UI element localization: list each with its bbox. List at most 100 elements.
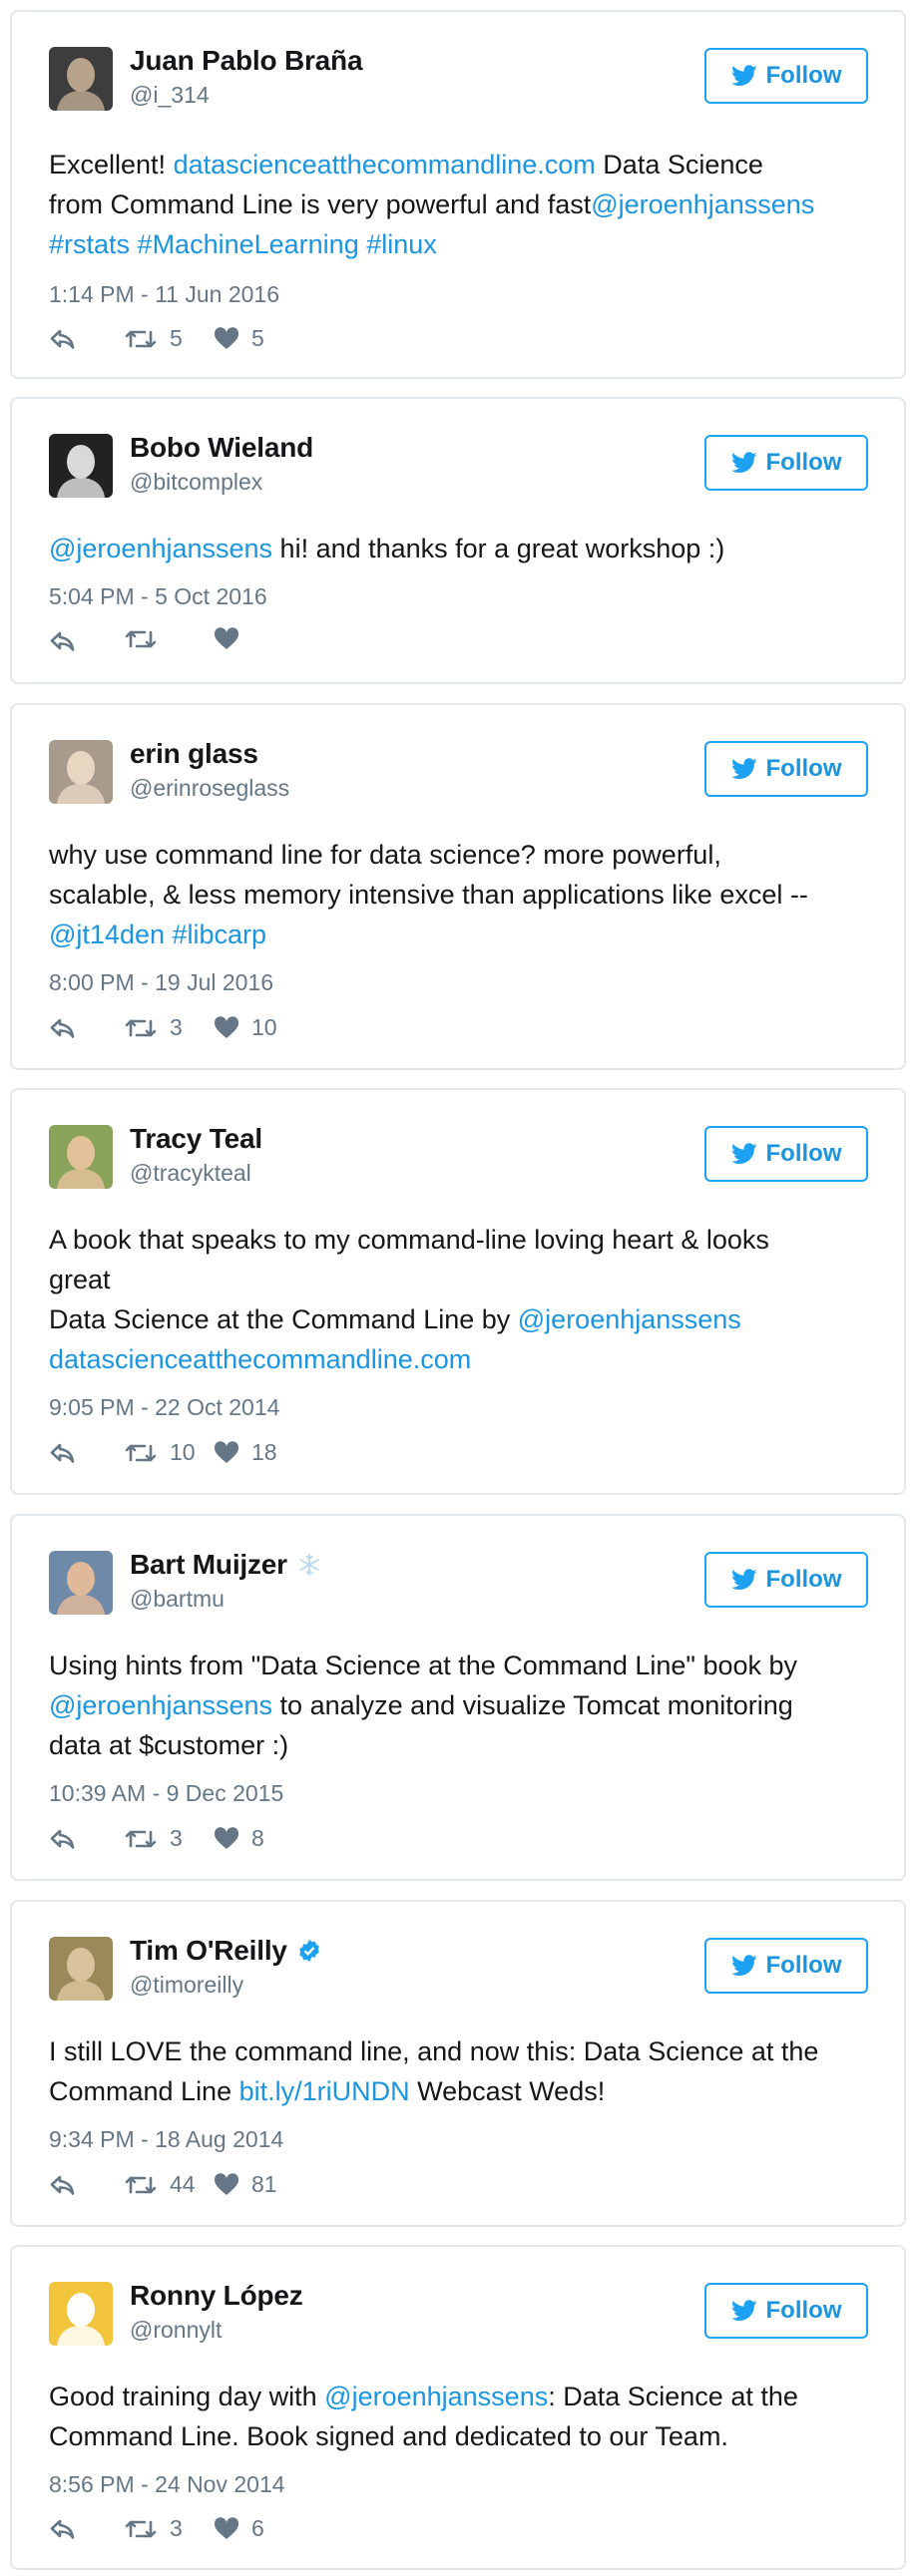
tweet-link[interactable]: @jt14den [49,920,165,949]
heart-icon [214,627,239,650]
follow-button[interactable]: Follow [704,48,868,104]
tweet-feed: Juan Pablo Braña @i_314 Follow Excellent… [0,0,918,2576]
follow-button[interactable]: Follow [704,1938,868,1994]
follow-label: Follow [765,2297,842,2324]
author-handle[interactable]: @timoreilly [130,1972,243,1999]
retweet-count: 5 [170,325,183,351]
reply-icon[interactable] [49,1442,77,1464]
retweet-icon [124,1016,158,1040]
author-name[interactable]: Bobo Wieland [130,432,313,464]
author-name[interactable]: erin glass [130,738,258,770]
author-name[interactable]: Tracy Teal [130,1123,262,1155]
author-handle[interactable]: @i_314 [130,82,210,109]
follow-label: Follow [765,1566,842,1593]
like-button[interactable] [214,627,251,650]
heart-icon [214,1441,239,1464]
follow-label: Follow [765,449,842,476]
avatar[interactable] [49,1937,113,2001]
tweet-link[interactable]: @jeroenhjanssens [49,1690,272,1720]
author-handle[interactable]: @bartmu [130,1586,225,1613]
twitter-bird-icon [730,1143,757,1165]
reply-icon[interactable] [49,1017,77,1039]
like-count: 8 [251,1825,264,1851]
retweet-count: 44 [170,2171,196,2197]
retweet-button[interactable]: 3 [124,1014,183,1041]
avatar[interactable] [49,1551,113,1615]
reply-icon[interactable] [49,2518,77,2540]
author-handle[interactable]: @tracykteal [130,1160,251,1187]
follow-button[interactable]: Follow [704,2283,868,2339]
author-handle[interactable]: @erinroseglass [130,775,289,802]
tweet-card: Tim O'Reilly @timoreilly Follow I still … [10,1900,906,2227]
retweet-button[interactable]: 5 [124,325,183,352]
author-name[interactable]: Juan Pablo Braña [130,45,363,77]
author-name[interactable]: Bart Muijzer [130,1549,287,1581]
tweet-timestamp[interactable]: 9:05 PM - 22 Oct 2014 [49,1394,279,1421]
like-button[interactable]: 8 [214,1825,264,1852]
follow-button[interactable]: Follow [704,1126,868,1182]
author-name[interactable]: Tim O'Reilly [130,1935,287,1967]
retweet-icon [124,627,158,651]
reply-icon[interactable] [49,630,77,652]
tweet-actions: 55 [49,319,264,359]
follow-button[interactable]: Follow [704,1552,868,1608]
tweet-text-segment [165,920,173,949]
like-button[interactable]: 6 [214,2515,264,2542]
retweet-button[interactable]: 3 [124,2515,183,2542]
tweet-link[interactable]: datascienceatthecommandline.com [49,1344,471,1374]
retweet-icon [124,2517,158,2541]
tweet-timestamp[interactable]: 8:56 PM - 24 Nov 2014 [49,2471,285,2498]
retweet-button[interactable]: 3 [124,1825,183,1852]
retweet-button[interactable] [124,627,170,651]
avatar[interactable] [49,740,113,804]
snowflake-icon [297,1553,321,1577]
tweet-text: Good training day with @jeroenhjanssens:… [49,2377,874,2456]
tweet-link[interactable]: #linux [366,229,437,259]
tweet-actions [49,621,239,661]
tweet-actions: 36 [49,2509,264,2549]
follow-label: Follow [765,62,842,89]
tweet-timestamp[interactable]: 5:04 PM - 5 Oct 2016 [49,583,267,610]
avatar[interactable] [49,2282,113,2346]
tweet-link[interactable]: @jeroenhjanssens [591,189,814,219]
reply-icon[interactable] [49,2174,77,2196]
tweet-card: Bart Muijzer @bartmu Follow Using hints … [10,1514,906,1881]
tweet-timestamp[interactable]: 8:00 PM - 19 Jul 2016 [49,969,273,996]
tweet-timestamp[interactable]: 10:39 AM - 9 Dec 2015 [49,1780,283,1807]
avatar[interactable] [49,434,113,498]
like-button[interactable]: 10 [214,1014,277,1041]
like-button[interactable]: 81 [214,2171,277,2198]
tweet-link[interactable]: #rstats [49,229,130,259]
twitter-bird-icon [730,2300,757,2322]
avatar[interactable] [49,47,113,111]
tweet-link[interactable]: @jeroenhjanssens [518,1304,741,1334]
reply-icon[interactable] [49,1828,77,1850]
follow-button[interactable]: Follow [704,741,868,797]
tweet-text-segment: Using hints from "Data Science at the Co… [49,1651,798,1680]
author-name[interactable]: Ronny López [130,2280,303,2312]
tweet-link[interactable]: datascienceatthecommandline.com [174,150,596,180]
like-button[interactable]: 18 [214,1439,277,1466]
follow-label: Follow [765,1952,842,1979]
tweet-timestamp[interactable]: 9:34 PM - 18 Aug 2014 [49,2126,283,2153]
tweet-text: I still LOVE the command line, and now t… [49,2031,874,2111]
tweet-link[interactable]: bit.ly/1riUNDN [239,2076,410,2106]
tweet-text-segment: Webcast Weds! [409,2076,606,2106]
tweet-timestamp[interactable]: 1:14 PM - 11 Jun 2016 [49,281,279,308]
reply-icon[interactable] [49,328,77,350]
retweet-button[interactable]: 44 [124,2171,196,2198]
like-count: 10 [251,1014,277,1040]
tweet-link[interactable]: @jeroenhjanssens [49,534,272,563]
heart-icon [214,1827,239,1850]
twitter-bird-icon [730,65,757,87]
author-handle[interactable]: @bitcomplex [130,469,262,496]
tweet-link[interactable]: @jeroenhjanssens [324,2382,548,2411]
author-handle[interactable]: @ronnylt [130,2317,222,2344]
like-button[interactable]: 5 [214,325,264,352]
retweet-button[interactable]: 10 [124,1439,196,1466]
tweet-actions: 3 10 [49,1008,277,1048]
follow-button[interactable]: Follow [704,435,868,491]
tweet-link[interactable]: #libcarp [173,920,267,949]
tweet-link[interactable]: #MachineLearning [138,229,359,259]
avatar[interactable] [49,1125,113,1189]
